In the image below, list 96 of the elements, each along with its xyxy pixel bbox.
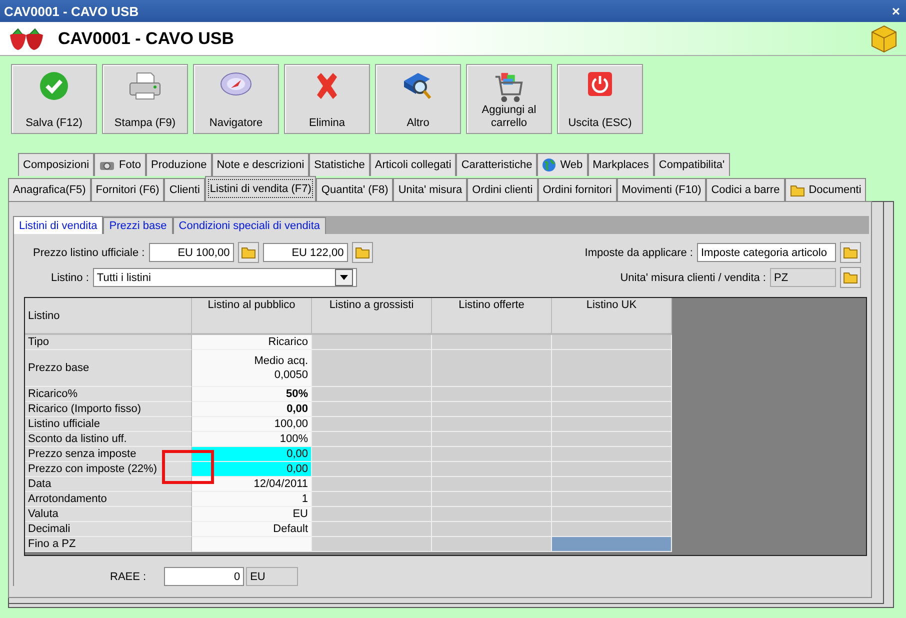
row-label: Prezzo con imposte (22%) <box>25 462 192 477</box>
table-cell: 0,00 <box>192 462 312 477</box>
table-cell: Default <box>192 522 312 537</box>
toolbar-button[interactable]: Salva (F12) <box>11 64 97 134</box>
tab[interactable]: Documenti <box>784 178 866 201</box>
row-label: Prezzo senza imposte <box>25 447 192 462</box>
tab[interactable]: Caratteristiche <box>456 153 538 176</box>
field-label: Listino : <box>51 272 89 284</box>
close-button[interactable]: × <box>892 3 900 19</box>
tab[interactable]: Articoli collegati <box>370 153 456 176</box>
folder-icon <box>790 184 805 196</box>
row-label: Listino ufficiale <box>25 417 192 432</box>
row-label: Tipo <box>25 335 192 350</box>
tab[interactable]: Listini di vendita (F7) <box>204 176 316 201</box>
strawberry-icon <box>8 26 46 50</box>
row-label: Sconto da listino uff. <box>25 432 192 447</box>
column-header: Listino UK <box>552 298 672 335</box>
tab[interactable]: Web <box>537 153 588 176</box>
row-label: Ricarico% <box>25 387 192 402</box>
tab[interactable]: Quantita' (F8) <box>316 178 394 201</box>
tab[interactable]: Composizioni <box>18 153 94 176</box>
tab[interactable]: Produzione <box>146 153 212 176</box>
folder-icon <box>843 271 858 284</box>
field-label: Imposte da applicare : <box>584 246 693 258</box>
column-header: Listino a grossisti <box>312 298 432 335</box>
tab[interactable]: Statistiche <box>309 153 370 176</box>
table-cell: 100% <box>192 432 312 447</box>
window-title: CAV0001 - CAVO USB <box>4 4 139 18</box>
toolbar-button[interactable]: Navigatore <box>193 64 279 134</box>
input-field[interactable]: 0 <box>164 567 244 586</box>
tab[interactable]: Markplaces <box>588 153 654 176</box>
compass-icon <box>220 71 252 97</box>
field-label: RAEE : <box>110 570 146 582</box>
tab[interactable]: Clienti <box>164 178 205 201</box>
tab[interactable]: Fornitori (F6) <box>90 178 164 201</box>
row-label: Arrotondamento <box>25 492 192 507</box>
annotation-rectangle <box>162 450 214 484</box>
unit-field: EU <box>246 567 298 586</box>
row-label: Data <box>25 477 192 492</box>
camera-icon <box>99 159 116 171</box>
tab[interactable]: Foto <box>94 153 146 176</box>
folder-icon <box>843 246 858 259</box>
tab[interactable]: Condizioni speciali di vendita <box>172 217 326 234</box>
toolbar-button[interactable]: Elimina <box>284 64 370 134</box>
globe-icon <box>542 158 556 172</box>
column-header: Listino offerte <box>432 298 552 335</box>
row-label: Decimali <box>25 522 192 537</box>
browse-button[interactable] <box>238 242 259 263</box>
row-label: Ricarico (Importo fisso) <box>25 402 192 417</box>
cart-icon <box>493 71 525 104</box>
folder-icon <box>240 246 256 259</box>
toolbar-button[interactable]: Aggiungi al carrello <box>466 64 552 134</box>
row-label: Fino a PZ <box>25 537 192 552</box>
field-label: Unita' misura clienti / vendita : <box>620 272 766 284</box>
toolbar-button[interactable]: Uscita (ESC) <box>557 64 643 134</box>
column-header: Listino al pubblico <box>192 298 312 335</box>
check-icon <box>39 71 69 101</box>
table-cell: Medio acq. 0,0050 <box>192 350 312 387</box>
browse-button[interactable] <box>840 267 861 288</box>
record-title: CAV0001 - CAVO USB <box>58 28 236 48</box>
book-search-icon <box>402 71 434 101</box>
field-label: Prezzo listino ufficiale : <box>33 246 145 258</box>
dropdown[interactable]: Tutti i listini <box>92 268 357 287</box>
table-cell: 0,00 <box>192 402 312 417</box>
input-field[interactable]: EU 122,00 <box>262 243 348 262</box>
printer-icon <box>128 71 162 101</box>
power-icon <box>587 71 613 97</box>
tab[interactable]: Listini di vendita <box>13 216 104 234</box>
toolbar-button[interactable]: Altro <box>375 64 461 134</box>
tab[interactable]: Codici a barre <box>706 178 785 201</box>
table-cell: 12/04/2011 <box>192 477 312 492</box>
tab[interactable]: Unita' misura <box>393 178 468 201</box>
table-cell: Ricarico <box>192 335 312 350</box>
table-cell: 0,00 <box>192 447 312 462</box>
toolbar-button[interactable]: Stampa (F9) <box>102 64 188 134</box>
table-cell: 50% <box>192 387 312 402</box>
input-field: PZ <box>770 268 836 287</box>
tab[interactable]: Movimenti (F10) <box>616 178 706 201</box>
tab[interactable]: Prezzi base <box>103 217 173 234</box>
cube-icon <box>870 24 898 52</box>
tab[interactable]: Ordini fornitori <box>538 178 617 201</box>
table-cell: 1 <box>192 492 312 507</box>
table-cell: EU <box>192 507 312 522</box>
input-field[interactable]: EU 100,00 <box>148 243 234 262</box>
row-label: Prezzo base <box>25 350 192 387</box>
browse-button[interactable] <box>840 242 861 263</box>
column-header: Listino <box>25 298 192 335</box>
browse-button[interactable] <box>352 242 373 263</box>
tab[interactable]: Note e descrizioni <box>212 153 310 176</box>
tab[interactable]: Ordini clienti <box>467 178 538 201</box>
input-field[interactable]: Imposte categoria articolo <box>697 243 836 262</box>
row-label: Valuta <box>25 507 192 522</box>
tab[interactable]: Compatibilita' <box>654 153 730 176</box>
table-cell: 100,00 <box>192 417 312 432</box>
tab[interactable]: Anagrafica(F5) <box>8 178 91 201</box>
folder-icon <box>354 246 370 259</box>
